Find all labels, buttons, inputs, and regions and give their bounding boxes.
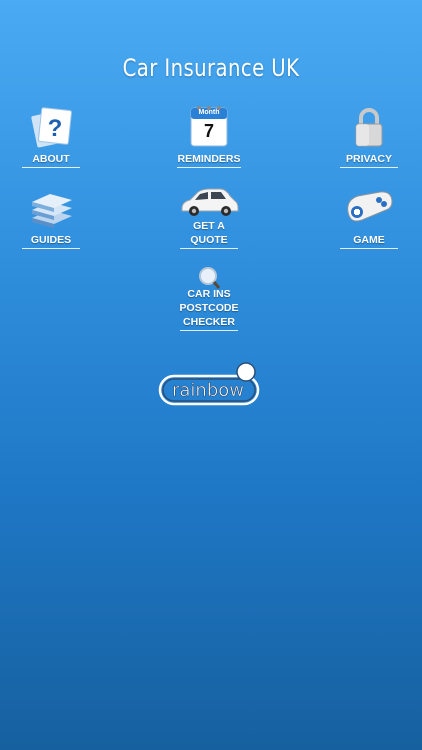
calendar-month: Month	[198, 109, 220, 116]
question-mark-icon: ?	[24, 105, 78, 149]
reminders-label: REMINDERS	[177, 152, 241, 168]
privacy-label: PRIVACY	[340, 152, 398, 168]
postcode-checker-button[interactable]: CAR INS POSTCODE CHECKER	[172, 266, 246, 331]
padlock-icon	[342, 105, 396, 149]
svg-text:?: ?	[48, 115, 63, 142]
gamepad-icon	[342, 186, 396, 230]
reminders-button[interactable]: Month 7 REMINDERS	[172, 105, 246, 168]
get-a-quote-button[interactable]: GET A QUOTE	[172, 186, 246, 249]
rainbow-logo: rainbow	[158, 360, 262, 408]
game-label: GAME	[340, 233, 398, 249]
guides-label: GUIDES	[22, 233, 80, 249]
books-icon	[24, 186, 78, 230]
privacy-button[interactable]: PRIVACY	[332, 105, 406, 168]
about-button[interactable]: ? ABOUT	[14, 105, 88, 168]
car-icon	[178, 186, 240, 218]
postcode-checker-label: CAR INS POSTCODE CHECKER	[179, 287, 239, 331]
logo-text: rainbow	[172, 380, 244, 401]
app-title: Car Insurance UK	[122, 54, 300, 82]
magnifier-icon	[182, 266, 236, 289]
guides-button[interactable]: GUIDES	[14, 186, 88, 249]
get-a-quote-label: GET A QUOTE	[180, 219, 238, 249]
calendar-day: 7	[203, 121, 214, 141]
calendar-icon: Month 7	[182, 105, 236, 149]
about-label: ABOUT	[22, 152, 80, 168]
game-button[interactable]: GAME	[332, 186, 406, 249]
